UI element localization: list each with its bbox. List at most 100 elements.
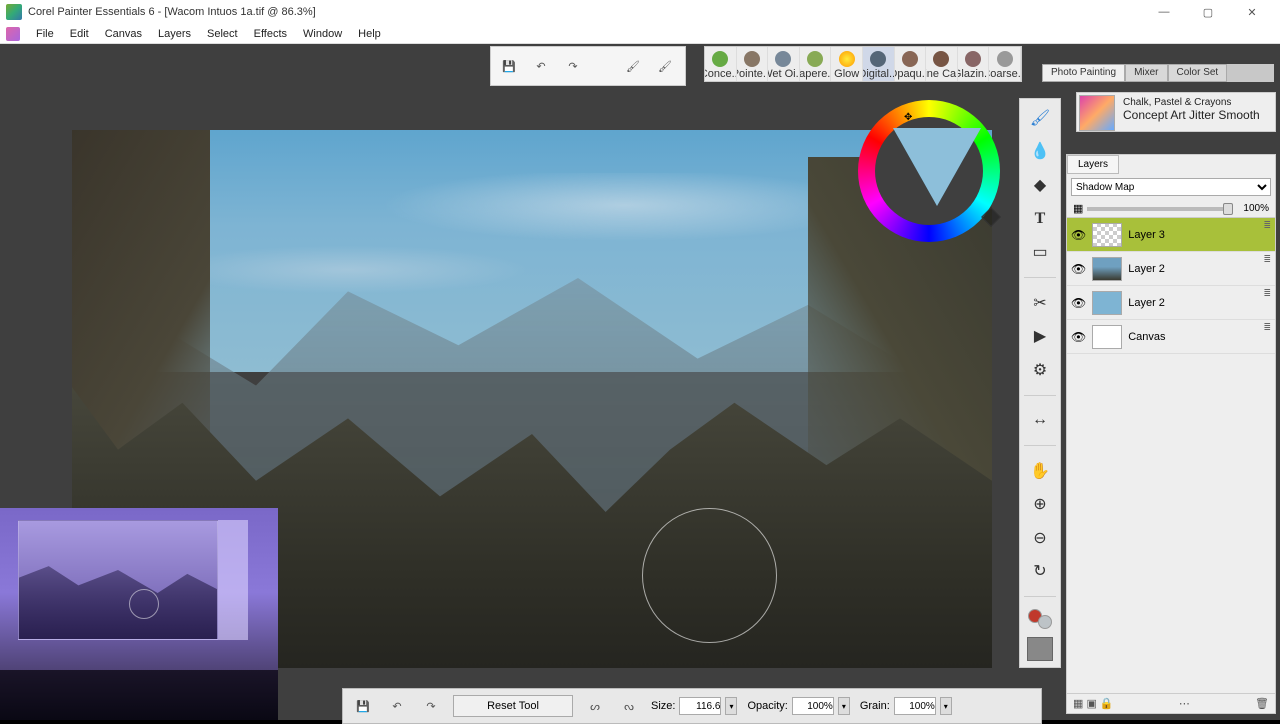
menu-effects[interactable]: Effects [246,26,295,42]
redo-button[interactable]: ↷ [561,54,585,78]
brush-palette: Conce... Pointe... Wet Oi... Tapere... G… [704,46,1022,82]
minimize-button[interactable]: — [1142,0,1186,24]
rotate-tool[interactable]: ↻ [1026,559,1054,585]
stack-icon: ≣ [1263,220,1271,231]
undo-button-2[interactable]: ↶ [385,694,409,718]
brush-category: Chalk, Pastel & Crayons [1123,97,1269,108]
brush-preset-2-button[interactable]: 🖌 [653,54,677,78]
arrow-tool[interactable]: ▶ [1026,323,1054,349]
brush-glow[interactable]: Glow [831,47,863,81]
layer-row[interactable]: 👁 Layer 2 ≣ [1067,286,1275,320]
layer-row[interactable]: 👁 Layer 2 ≣ [1067,252,1275,286]
opacity-input[interactable] [792,697,834,715]
brush-preset-1-button[interactable]: 🖌 [621,54,645,78]
size-input[interactable] [679,697,721,715]
opacity-label: Opacity: [747,700,787,712]
maximize-button[interactable]: ▢ [1186,0,1230,24]
brush-pointed[interactable]: Pointe... [737,47,769,81]
brush-tapered[interactable]: Tapere... [800,47,832,81]
menu-edit[interactable]: Edit [62,26,97,42]
layers-tab[interactable]: Layers [1067,155,1119,174]
adjust-tool[interactable]: ⚙ [1026,357,1054,383]
toolbox: 🖌 💧 ◆ T ▭ ✂ ▶ ⚙ ↔ ✋ ⊕ ⊖ ↻ [1019,98,1061,668]
layer-buttons[interactable]: ▦ ▣ 🔒 [1073,697,1114,710]
zoom-out-tool[interactable]: ⊖ [1026,525,1054,551]
stack-icon: ≣ [1263,254,1271,265]
window-title: Corel Painter Essentials 6 - [Wacom Intu… [28,6,1142,18]
menu-window[interactable]: Window [295,26,350,42]
tab-mixer[interactable]: Mixer [1125,64,1167,82]
menu-file[interactable]: File [28,26,62,42]
visibility-icon[interactable]: 👁 [1071,296,1086,310]
brush-tool[interactable]: 🖌 [1026,105,1054,131]
tab-photo-painting[interactable]: Photo Painting [1042,64,1125,82]
webcam-overlay [0,508,278,720]
brush-name: Concept Art Jitter Smooth [1123,108,1269,122]
layer-menu-icon[interactable]: ⋯ [1179,697,1190,710]
size-label: Size: [651,700,675,712]
brush-fine[interactable]: Fine Ca... [926,47,958,81]
brush-coarse[interactable]: Coarse... [989,47,1021,81]
save-button-2[interactable]: 💾 [351,694,375,718]
brush-concept[interactable]: Conce... [705,47,737,81]
text-tool[interactable]: T [1026,206,1054,232]
brush-opaque[interactable]: Opaqu... [895,47,927,81]
opacity-icon: ▦ [1073,202,1083,215]
tab-color-set[interactable]: Color Set [1168,64,1228,82]
webcam-screen [18,520,218,640]
layer-row[interactable]: 👁 Canvas ≣ [1067,320,1275,354]
menu-canvas[interactable]: Canvas [97,26,150,42]
color-wheel[interactable]: ✥ [858,100,1000,242]
color-swatches[interactable] [1028,609,1052,629]
opacity-dropdown-icon[interactable]: ▾ [838,697,850,715]
blend-mode-select[interactable]: Shadow Map [1071,178,1271,196]
undo-button[interactable]: ↶ [529,54,553,78]
grain-input[interactable] [894,697,936,715]
grain-dropdown-icon[interactable]: ▾ [940,697,952,715]
straight-stroke-button[interactable]: ᔓ [617,694,641,718]
menu-select[interactable]: Select [199,26,246,42]
visibility-icon[interactable]: 👁 [1071,228,1086,242]
workarea: 💾 ↶ ↷ 🖌 🖌 Conce... Pointe... Wet Oi... T… [0,44,1280,720]
brush-thumb-icon [1079,95,1115,131]
panel-tabs: Photo Painting Mixer Color Set [1042,64,1274,82]
paper-swatch[interactable] [1027,637,1053,661]
layer-row[interactable]: 👁 Layer 3 ≣ [1067,218,1275,252]
layers-panel: Layers Shadow Map ▦ 100% 👁 Layer 3 ≣ 👁 L… [1066,154,1276,714]
menubar: File Edit Canvas Layers Select Effects W… [0,24,1280,44]
reset-tool-button[interactable]: Reset Tool [453,695,573,717]
menu-layers[interactable]: Layers [150,26,199,42]
dropper-tool[interactable]: 💧 [1026,139,1054,165]
layer-list: 👁 Layer 3 ≣ 👁 Layer 2 ≣ 👁 Layer 2 ≣ 👁 [1067,217,1275,693]
brush-cursor-icon [642,508,777,643]
opacity-value: 100% [1237,203,1269,214]
opacity-slider[interactable] [1087,207,1233,211]
visibility-icon[interactable]: 👁 [1071,330,1086,344]
eraser-tool[interactable]: ▭ [1026,239,1054,265]
brush-glazing[interactable]: Glazin... [958,47,990,81]
freehand-stroke-button[interactable]: ᔕ [583,694,607,718]
size-dropdown-icon[interactable]: ▾ [725,697,737,715]
titlebar: Corel Painter Essentials 6 - [Wacom Intu… [0,0,1280,24]
toolbar-top: 💾 ↶ ↷ 🖌 🖌 [490,46,686,86]
redo-button-2[interactable]: ↷ [419,694,443,718]
property-bar: 💾 ↶ ↷ Reset Tool ᔕ ᔓ Size: ▾ Opacity: ▾ … [342,688,1042,724]
brush-digital[interactable]: Digital... [863,47,895,81]
delete-layer-button[interactable]: 🗑 [1255,697,1269,710]
bucket-tool[interactable]: ◆ [1026,172,1054,198]
menu-help[interactable]: Help [350,26,389,42]
stack-icon: ≣ [1263,288,1271,299]
doc-logo-icon [6,27,20,41]
brush-info[interactable]: Chalk, Pastel & Crayons Concept Art Jitt… [1076,92,1276,132]
layer-thumb [1092,325,1122,349]
zoom-in-tool[interactable]: ⊕ [1026,492,1054,518]
color-cursor-icon: ✥ [904,112,912,120]
layer-thumb [1092,257,1122,281]
crop-tool[interactable]: ✂ [1026,290,1054,316]
hand-tool[interactable]: ✋ [1026,458,1054,484]
brush-wetoil[interactable]: Wet Oi... [768,47,800,81]
visibility-icon[interactable]: 👁 [1071,262,1086,276]
save-button[interactable]: 💾 [497,54,521,78]
mirror-tool[interactable]: ↔ [1026,407,1054,433]
close-button[interactable]: ✕ [1230,0,1274,24]
